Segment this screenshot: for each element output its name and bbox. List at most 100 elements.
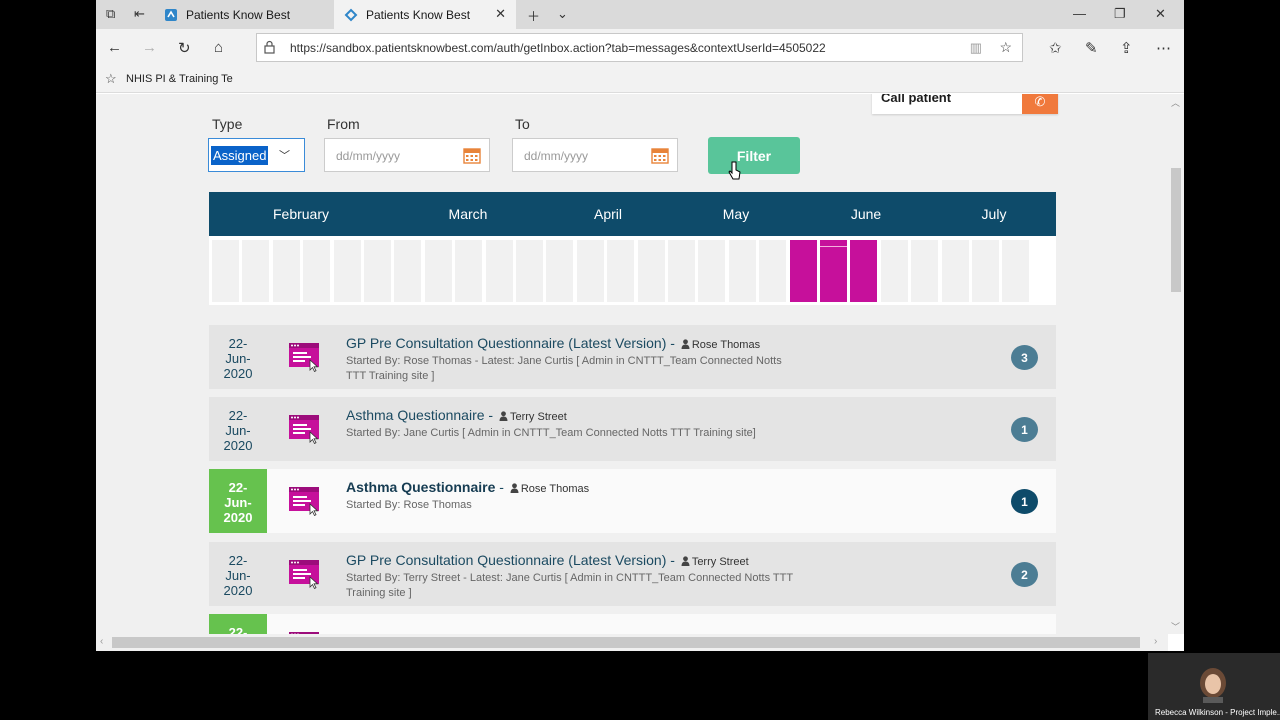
url-text: https://sandbox.patientsknowbest.com/aut…	[290, 41, 826, 55]
participant-name: Rebecca Wilkinson - Project Imple...	[1155, 708, 1280, 717]
type-select[interactable]: Assigned ﹀	[208, 138, 305, 172]
favorite-star-icon[interactable]: ☆	[999, 39, 1012, 56]
timeline-bar[interactable]	[364, 240, 391, 302]
timeline-bar[interactable]	[242, 240, 270, 302]
message-title[interactable]: GP Pre Consultation Questionnaire (Lates…	[346, 335, 666, 351]
favorite-link-nhis[interactable]: NHIS PI & Training Te	[126, 73, 233, 85]
tab-patients-know-best-2[interactable]: Patients Know Best ✕	[334, 0, 516, 29]
set-tabs-aside-icon[interactable]: ⇤	[134, 6, 145, 22]
timeline-bar[interactable]	[698, 240, 726, 302]
lock-icon	[264, 40, 275, 54]
timeline-bar[interactable]	[424, 240, 452, 302]
call-patient-label: Call patient	[881, 94, 952, 105]
date-year: 2020	[223, 583, 253, 598]
forward-icon[interactable]: →	[142, 39, 157, 56]
timeline-bar[interactable]	[880, 240, 908, 302]
message-started-by: Started By: Jane Curtis [ Admin in CNTTT…	[346, 427, 756, 439]
questionnaire-icon	[289, 415, 319, 444]
timeline-bar[interactable]	[272, 240, 300, 302]
vertical-scroll-thumb[interactable]	[1171, 168, 1181, 292]
refresh-icon[interactable]: ↻	[178, 39, 191, 57]
title-separator: -	[488, 407, 494, 423]
from-date-input[interactable]: dd/mm/yyyy	[324, 138, 490, 172]
timeline-bar[interactable]	[911, 240, 939, 302]
timeline-bar[interactable]	[850, 240, 878, 302]
scroll-left-icon[interactable]: ‹	[100, 636, 103, 647]
title-separator: -	[670, 335, 675, 351]
timeline-bar[interactable]	[576, 240, 604, 302]
navigation-bar: ← → ↻ ⌂ https://sandbox.patientsknowbest…	[96, 29, 1184, 67]
message-row[interactable]: 22- Jun- 2020 Asthma Questionnaire - Terry …	[209, 397, 1056, 461]
home-icon[interactable]: ⌂	[214, 39, 223, 56]
timeline-bar[interactable]	[212, 240, 239, 302]
mouse-cursor-icon	[728, 161, 741, 180]
tab-list-chevron-icon[interactable]: ⌄	[557, 6, 568, 22]
message-row[interactable]: 22- Jun- 2020 GP Pre Consultation Questionn…	[209, 542, 1056, 606]
timeline-bar[interactable]	[637, 240, 665, 302]
timeline-bar[interactable]	[333, 240, 361, 302]
calendar-icon[interactable]	[463, 147, 481, 164]
timeline-bar[interactable]	[516, 240, 543, 302]
date-day: 22-	[228, 553, 248, 568]
timeline-bar[interactable]	[607, 240, 635, 302]
horizontal-scrollbar[interactable]: ‹ ›	[96, 634, 1168, 651]
back-icon[interactable]: ←	[107, 39, 122, 56]
message-count-badge: 2	[1011, 562, 1038, 587]
message-date: 22- Jun- 2020	[209, 469, 267, 533]
favorite-star-icon: ☆	[105, 71, 117, 86]
message-row[interactable]: 22- Jun- 2020 GP Pre Consultation Questionn…	[209, 325, 1056, 389]
person-icon	[681, 556, 690, 566]
message-title-line: Asthma Questionnaire - Rose Thomas	[346, 479, 589, 495]
favorites-icon[interactable]: ✩	[1049, 39, 1062, 57]
timeline-bar[interactable]	[941, 240, 969, 302]
message-row[interactable]: 22- Jun- 2020 Asthma Questionnaire - Rose T…	[209, 469, 1056, 533]
patient-name: Rose Thomas	[520, 483, 590, 495]
timeline-bar[interactable]	[820, 240, 847, 302]
scroll-right-icon[interactable]: ›	[1154, 636, 1157, 647]
timeline-bar[interactable]	[789, 240, 817, 302]
minimize-icon[interactable]: —	[1073, 6, 1086, 21]
filter-button[interactable]: Filter	[708, 137, 800, 174]
more-icon[interactable]: ⋯	[1156, 39, 1171, 57]
timeline-bar[interactable]	[1002, 240, 1030, 302]
message-title[interactable]: Asthma Questionnaire	[346, 479, 495, 495]
scroll-down-icon[interactable]: ﹀	[1171, 620, 1180, 633]
share-icon[interactable]: ⇪	[1120, 39, 1133, 57]
timeline-bar[interactable]	[455, 240, 483, 302]
calendar-icon[interactable]	[651, 147, 669, 164]
message-row[interactable]: 22-	[209, 614, 1056, 634]
pen-icon[interactable]: ✎	[1085, 39, 1098, 57]
tab-patients-know-best-1[interactable]: Patients Know Best	[154, 0, 334, 29]
timeline-bar[interactable]	[546, 240, 574, 302]
pkb-favicon-icon	[344, 8, 358, 21]
message-title[interactable]: GP Pre Consultation Questionnaire (Lates…	[346, 552, 666, 568]
timeline-bar[interactable]	[759, 240, 787, 302]
restore-icon[interactable]: ❐	[1114, 6, 1126, 22]
timeline-bar[interactable]	[485, 240, 513, 302]
new-tab-icon[interactable]: ＋	[527, 6, 540, 25]
close-tab-icon[interactable]: ✕	[495, 6, 506, 22]
timeline-bar[interactable]	[728, 240, 756, 302]
message-date: 22- Jun- 2020	[209, 397, 267, 461]
patient-name: Rose Thomas	[691, 339, 761, 351]
address-bar[interactable]: https://sandbox.patientsknowbest.com/aut…	[256, 33, 1023, 62]
call-patient-widget[interactable]: Call patient ✆	[872, 94, 1058, 114]
horizontal-scroll-thumb[interactable]	[112, 637, 1140, 648]
pkb-favicon-icon	[165, 8, 177, 21]
to-date-input[interactable]: dd/mm/yyyy	[512, 138, 678, 172]
vertical-scrollbar[interactable]: ︿ ﹀	[1168, 94, 1184, 634]
reading-view-icon[interactable]: ▥	[970, 40, 982, 56]
date-day: 22-	[228, 408, 248, 423]
timeline-bar[interactable]	[972, 240, 999, 302]
message-title[interactable]: Asthma Questionnaire	[346, 407, 485, 423]
message-title-line: GP Pre Consultation Questionnaire (Lates…	[346, 552, 749, 568]
participant-avatar	[1200, 668, 1226, 703]
scroll-up-icon[interactable]: ︿	[1171, 96, 1180, 109]
timeline-bar[interactable]	[303, 240, 331, 302]
phone-icon[interactable]: ✆	[1022, 94, 1058, 114]
timeline-bar[interactable]	[668, 240, 695, 302]
timeline-bar[interactable]	[394, 240, 422, 302]
tab-actions-icon[interactable]: ⧉	[106, 6, 115, 22]
person-icon	[510, 483, 519, 493]
close-window-icon[interactable]: ✕	[1155, 6, 1166, 22]
